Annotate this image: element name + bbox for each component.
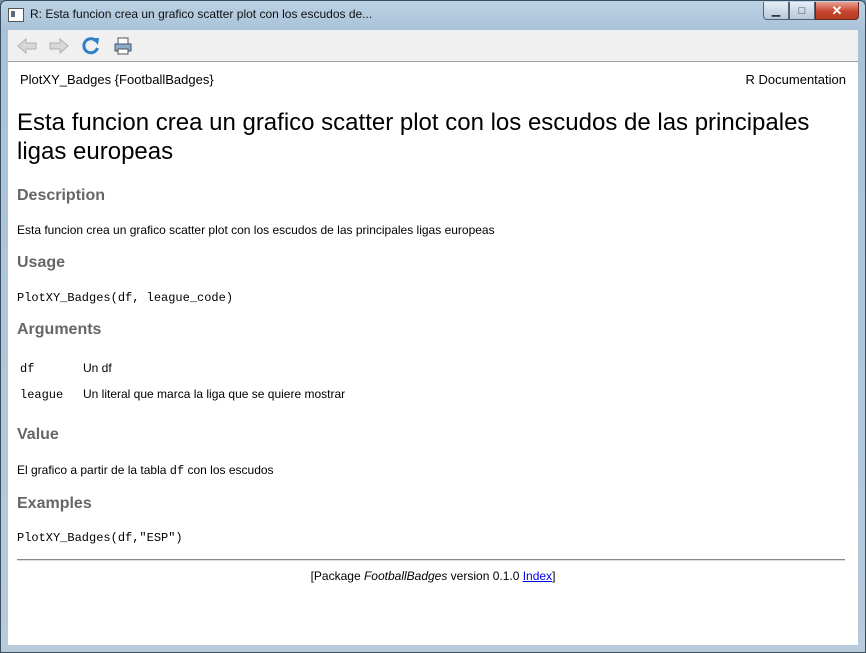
window-title: R: Esta funcion crea un grafico scatter …	[30, 7, 373, 21]
usage-code: PlotXY_Badges(df, league_code)	[17, 291, 234, 305]
arguments-heading: Arguments	[17, 321, 102, 338]
argument-desc-df: Un df	[83, 361, 112, 375]
footer-suffix: ]	[552, 569, 556, 583]
topic-label: PlotXY_Badges {FootballBadges}	[20, 72, 214, 87]
footer-divider	[17, 559, 845, 561]
examples-heading: Examples	[17, 495, 92, 512]
argument-name-league: league	[20, 388, 64, 402]
description-heading: Description	[17, 187, 106, 204]
forward-arrow-icon	[49, 37, 69, 54]
description-text: Esta funcion crea un grafico scatter plo…	[17, 223, 495, 237]
usage-heading: Usage	[17, 254, 66, 271]
title-bar[interactable]: R: Esta funcion crea un grafico scatter …	[1, 1, 865, 30]
app-icon	[8, 8, 24, 22]
back-button[interactable]	[14, 34, 40, 58]
refresh-button[interactable]	[78, 34, 104, 58]
help-content: PlotXY_Badges {FootballBadges} R Documen…	[8, 62, 858, 645]
maximize-button[interactable]: □	[789, 2, 815, 20]
index-link[interactable]: Index	[523, 569, 552, 583]
doc-header: PlotXY_Badges {FootballBadges} R Documen…	[20, 72, 846, 87]
value-text-start: El grafico a partir de la tabla	[17, 463, 170, 477]
examples-code: PlotXY_Badges(df,"ESP")	[17, 531, 183, 545]
argument-desc-league: Un literal que marca la liga que se quie…	[83, 387, 346, 401]
forward-button[interactable]	[46, 34, 72, 58]
footer-prefix: [Package	[310, 569, 364, 583]
window-controls: ▁ □ ✕	[763, 2, 859, 20]
toolbar	[8, 30, 858, 62]
value-heading: Value	[17, 426, 59, 443]
argument-name-df: df	[20, 362, 35, 376]
print-icon	[114, 37, 132, 54]
refresh-icon	[82, 36, 99, 54]
print-button[interactable]	[110, 34, 136, 58]
help-window: R: Esta funcion crea un grafico scatter …	[0, 0, 866, 653]
value-text: El grafico a partir de la tabla df con l…	[17, 463, 274, 478]
close-button[interactable]: ✕	[815, 2, 859, 20]
page-title: Esta funcion crea un grafico scatter plo…	[17, 109, 810, 165]
back-arrow-icon	[17, 37, 37, 54]
minimize-button[interactable]: ▁	[763, 2, 789, 20]
value-text-end: con los escudos	[184, 463, 274, 477]
footer-version: version 0.1.0	[447, 569, 523, 583]
doc-footer: [Package FootballBadges version 0.1.0 In…	[8, 569, 858, 583]
value-code: df	[169, 464, 185, 478]
r-documentation-label: R Documentation	[745, 72, 846, 87]
footer-package: FootballBadges	[363, 569, 448, 583]
